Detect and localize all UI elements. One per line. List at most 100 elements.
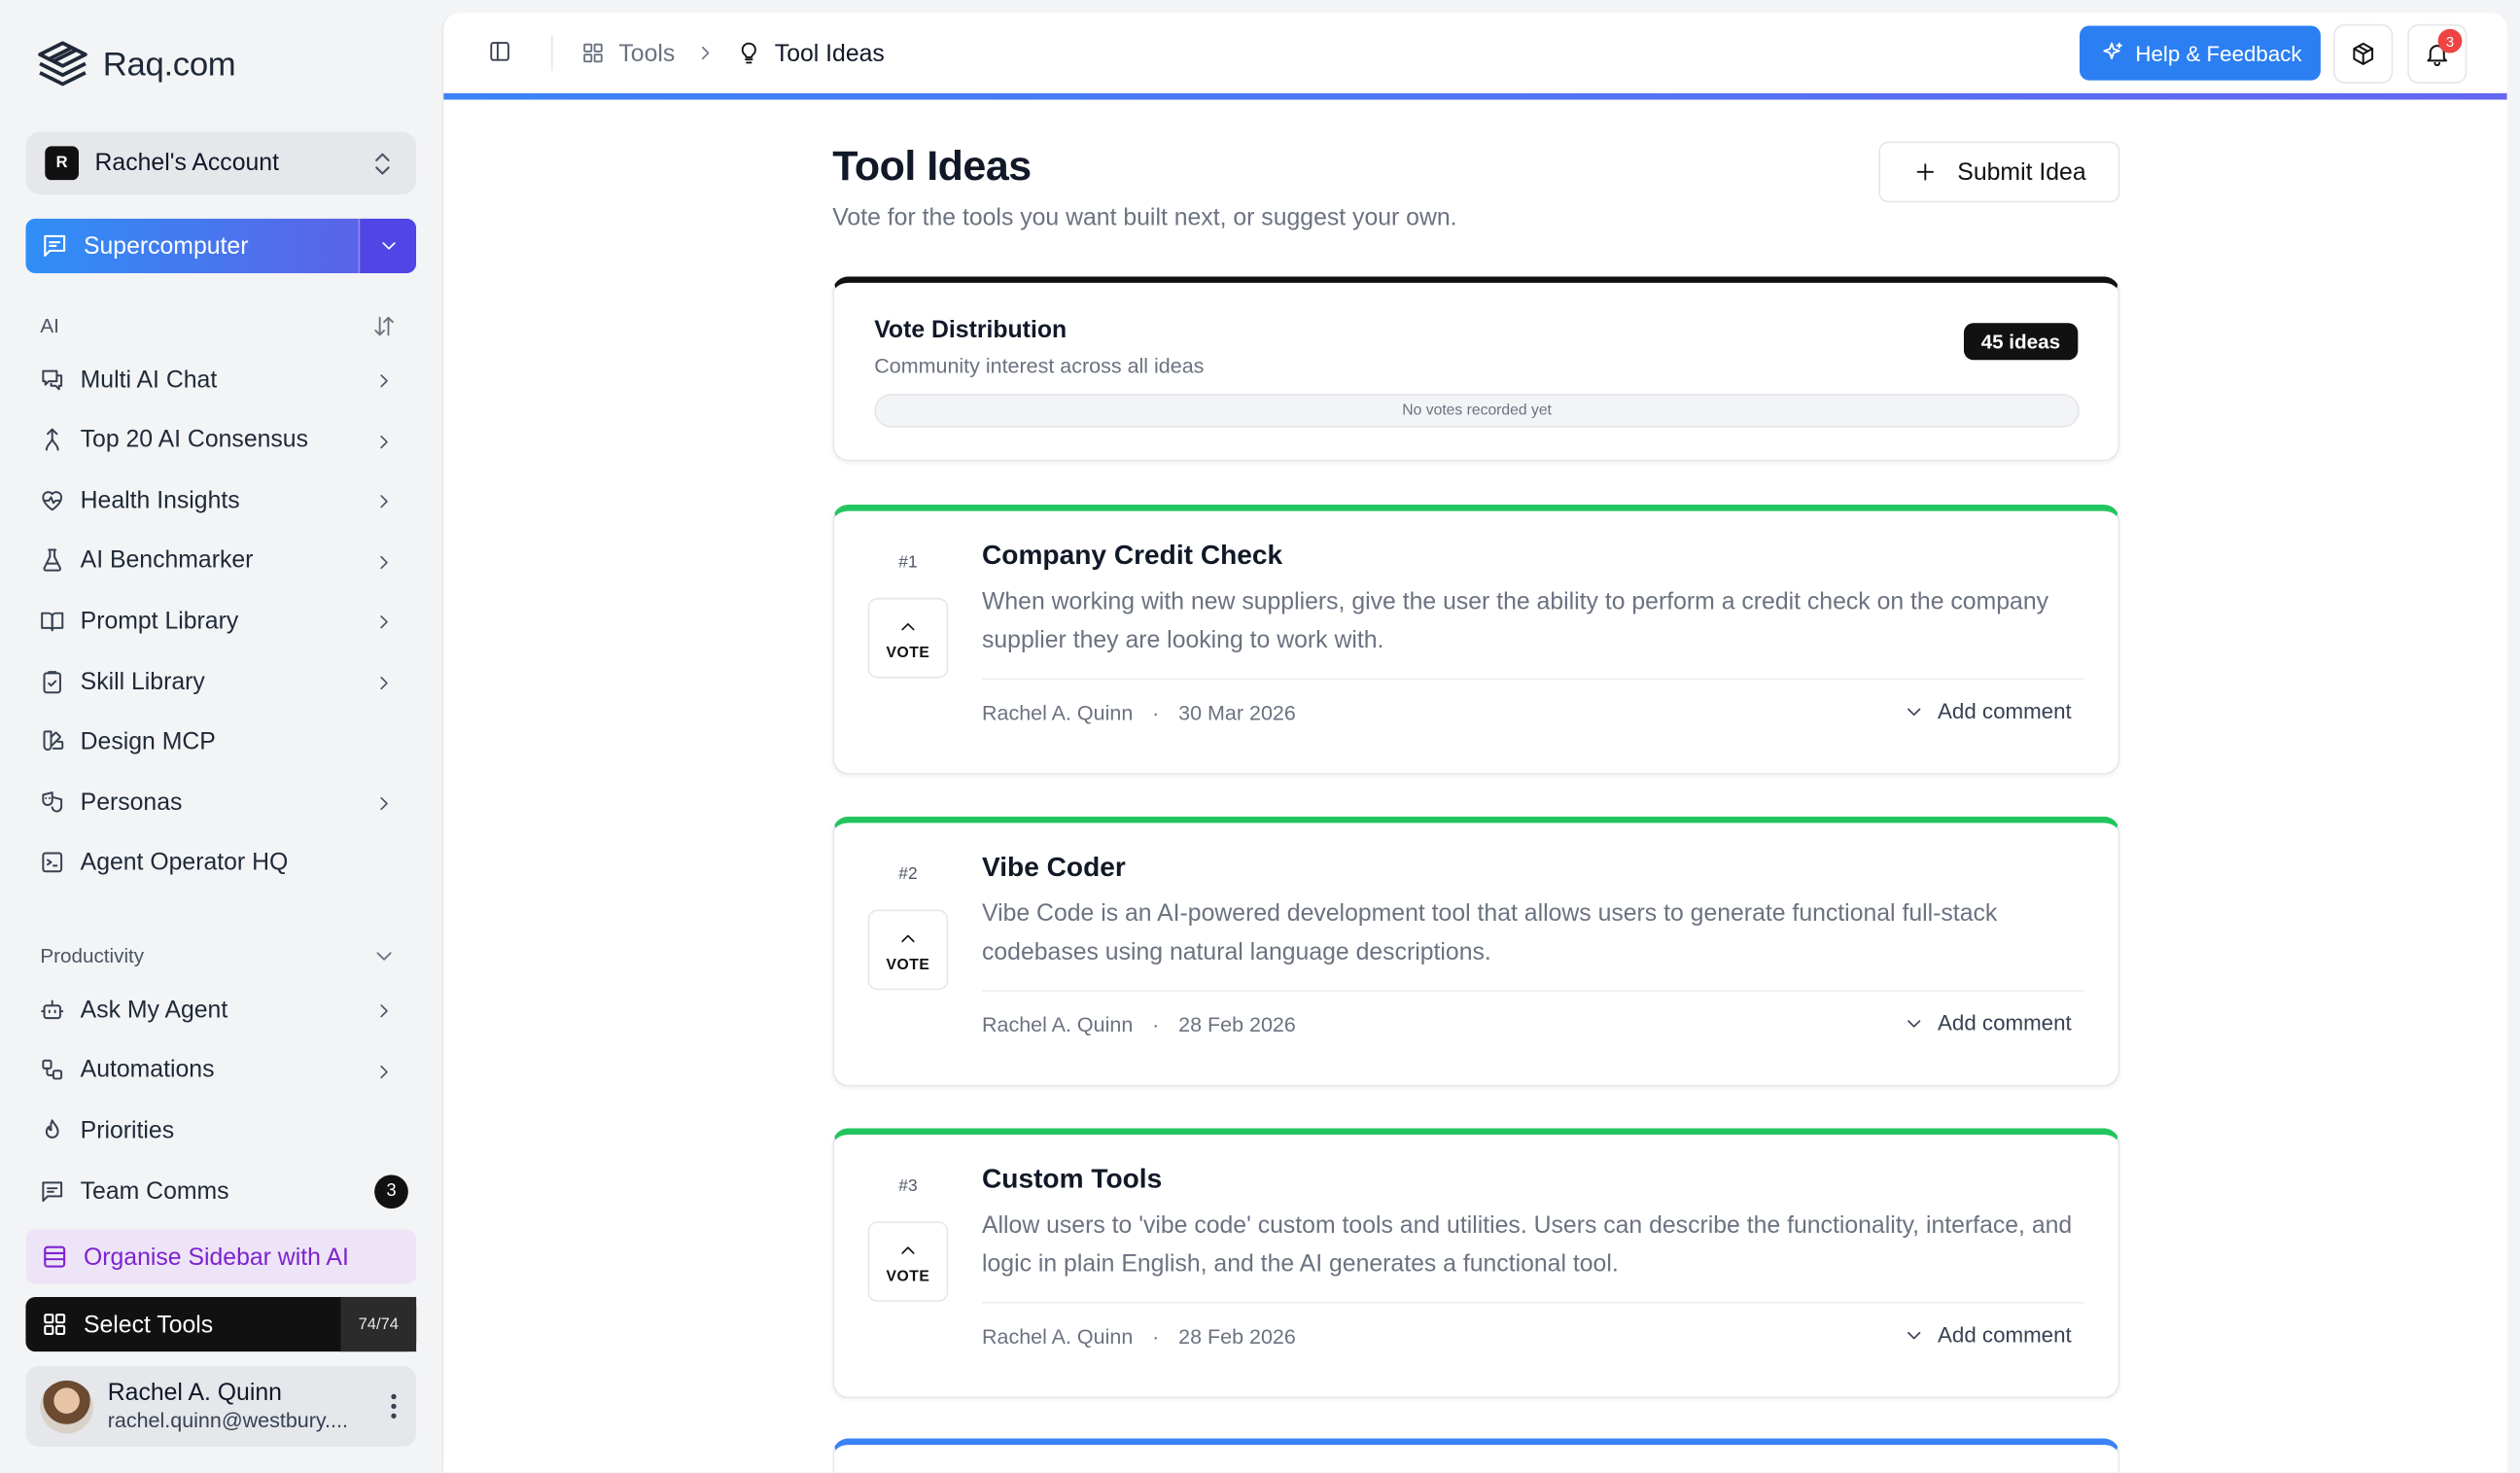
idea-rank: #2	[898, 864, 918, 885]
sidebar-item-priorities[interactable]: Priorities	[39, 1106, 408, 1155]
account-initial: R	[45, 146, 79, 181]
palette-icon	[43, 730, 64, 752]
sidebar-item-ask-my-agent[interactable]: Ask My Agent	[39, 985, 408, 1034]
sidebar-item-label: Top 20 AI Consensus	[80, 426, 308, 454]
sidebar-item-label: Health Insights	[80, 486, 240, 514]
help-feedback-label: Help & Feedback	[2135, 41, 2302, 65]
brand-name: Raq.com	[102, 46, 236, 84]
submit-idea-button[interactable]: Submit Idea	[1878, 141, 2120, 203]
add-comment-button[interactable]: Add comment	[1903, 699, 2072, 723]
toolbar-divider	[550, 35, 553, 71]
chevron-right-icon	[380, 374, 388, 388]
more-vertical-icon	[391, 1393, 397, 1419]
package-icon	[2353, 42, 2374, 65]
add-comment-label: Add comment	[1938, 1010, 2072, 1035]
user-name: Rachel A. Quinn	[107, 1379, 282, 1407]
flame-icon	[45, 1119, 59, 1140]
sidebar-item-prompt-library[interactable]: Prompt Library	[39, 597, 408, 646]
idea-date: 28 Feb 2026	[1178, 1324, 1296, 1349]
sidebar-item-ai-benchmarker[interactable]: AI Benchmarker	[39, 537, 408, 585]
drama-masks-icon	[42, 790, 63, 812]
chevron-down-icon	[381, 242, 395, 250]
top-bar: Tools Tool Ideas Help & Feedback 3	[443, 13, 2506, 93]
sidebar-item-label: Skill Library	[80, 667, 205, 695]
sidebar-item-health-insights[interactable]: Health Insights	[39, 476, 408, 525]
supercomputer-label: Supercomputer	[83, 231, 249, 260]
vote-button[interactable]: VOTE	[867, 597, 949, 679]
sidebar-item-design-mcp[interactable]: Design MCP	[39, 718, 408, 766]
sidebar-item-team-comms[interactable]: Team Comms 3	[39, 1168, 408, 1216]
breadcrumb-tools-link[interactable]: Tools	[618, 39, 675, 66]
sparkles-icon	[2102, 42, 2122, 59]
list-layout-icon	[44, 1245, 66, 1268]
idea-date: 28 Feb 2026	[1178, 1012, 1296, 1037]
select-tools-label: Select Tools	[83, 1311, 214, 1339]
sidebar-item-automations[interactable]: Automations	[39, 1046, 408, 1095]
flask-icon	[43, 549, 61, 573]
add-comment-button[interactable]: Add comment	[1903, 1011, 2072, 1035]
organise-sidebar-button[interactable]: Organise Sidebar with AI	[25, 1229, 417, 1284]
sort-button[interactable]	[371, 313, 397, 338]
help-feedback-button[interactable]: Help & Feedback	[2079, 25, 2321, 81]
package-button[interactable]	[2333, 23, 2394, 84]
sidebar-item-label: Team Comms	[80, 1177, 229, 1206]
idea-divider	[981, 678, 2084, 681]
sidebar-item-multi-ai-chat[interactable]: Multi AI Chat	[39, 355, 408, 403]
idea-card: #1 VOTE Company Credit Check When working w…	[832, 505, 2120, 775]
chevron-right-icon	[380, 615, 388, 629]
chevron-down-icon	[1907, 1331, 1920, 1339]
sidebar-item-top-20-ai-consensus[interactable]: Top 20 AI Consensus	[39, 415, 408, 464]
breadcrumb-current: Tool Ideas	[774, 39, 885, 67]
idea-card	[832, 1438, 2120, 1473]
panel-left-icon	[490, 42, 509, 61]
vote-distribution-card: Vote Distribution Community interest acr…	[832, 276, 2120, 462]
chevron-down-icon	[1907, 707, 1920, 716]
idea-title: Vibe Coder	[981, 852, 1126, 883]
idea-meta: Rachel A. Quinn · 30 Mar 2026	[982, 701, 1296, 725]
vote-button[interactable]: VOTE	[867, 1221, 949, 1302]
add-comment-label: Add comment	[1938, 699, 2072, 723]
user-menu-button[interactable]	[391, 1393, 398, 1419]
chevron-up-icon	[901, 933, 915, 942]
idea-divider	[981, 1301, 2084, 1304]
tools-count-badge: 74/74	[340, 1296, 417, 1352]
message-square-icon	[44, 234, 66, 257]
unread-count-badge: 3	[374, 1175, 408, 1209]
chevron-up-icon	[901, 1245, 915, 1253]
heart-pulse-icon	[42, 490, 63, 510]
sidebar-toggle-button[interactable]	[487, 39, 512, 64]
chat-bubbles-icon	[42, 368, 63, 390]
idea-author: Rachel A. Quinn	[981, 1324, 1134, 1349]
productivity-collapse-button[interactable]	[371, 943, 397, 968]
brand-logo[interactable]: Raq.com	[35, 39, 236, 93]
account-switcher[interactable]: R Rachel's Account	[25, 131, 417, 195]
vote-button[interactable]: VOTE	[867, 909, 949, 991]
grid-icon	[583, 43, 603, 63]
user-profile-card[interactable]: Rachel A. Quinn rachel.quinn@westbury...…	[25, 1366, 417, 1447]
meta-separator-dot: ·	[1152, 1324, 1160, 1349]
chevron-right-icon	[380, 676, 388, 690]
vote-distribution-subtitle: Community interest across all ideas	[874, 353, 1205, 378]
notifications-button[interactable]: 3	[2407, 23, 2468, 84]
supercomputer-dropdown-button[interactable]	[358, 218, 417, 274]
meta-separator-dot: ·	[1152, 700, 1160, 725]
lightbulb-icon	[741, 42, 756, 64]
account-name: Rachel's Account	[94, 149, 279, 177]
message-square-icon	[42, 1181, 63, 1202]
idea-description: When working with new suppliers, give th…	[981, 587, 2049, 654]
sidebar-item-label: Automations	[80, 1056, 215, 1084]
supercomputer-button[interactable]: Supercomputer	[25, 218, 359, 274]
select-tools-button[interactable]: Select Tools 74/74	[25, 1296, 417, 1352]
idea-meta: Rachel A. Quinn · 28 Feb 2026	[982, 1324, 1296, 1349]
submit-idea-label: Submit Idea	[1957, 158, 2086, 186]
add-comment-button[interactable]: Add comment	[1903, 1322, 2072, 1347]
supercomputer-split-button: Supercomputer	[25, 218, 417, 274]
sidebar-item-skill-library[interactable]: Skill Library	[39, 657, 408, 706]
sidebar-item-agent-operator-hq[interactable]: Agent Operator HQ	[39, 839, 408, 888]
user-email: rachel.quinn@westbury....	[107, 1408, 348, 1432]
book-open-icon	[41, 612, 64, 632]
section-title-ai: AI	[40, 314, 59, 338]
sidebar-item-personas[interactable]: Personas	[39, 778, 408, 826]
idea-description: Vibe Code is an AI-powered development t…	[981, 899, 1998, 966]
idea-author: Rachel A. Quinn	[981, 700, 1134, 725]
